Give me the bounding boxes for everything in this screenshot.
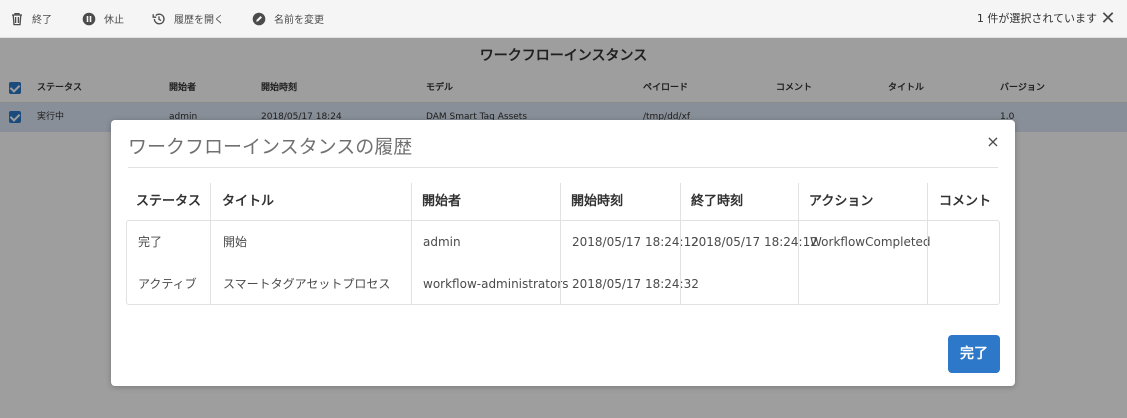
pause-icon — [82, 12, 96, 25]
suspend-label: 休止 — [104, 15, 124, 26]
table-row: 完了 開始 admin 2018/05/17 18:24:12 2018/05/… — [127, 221, 999, 263]
history-cell-title: スマートタグアセットプロセス — [223, 277, 391, 291]
history-cell-initiator: admin — [423, 235, 461, 249]
column-divider — [927, 183, 928, 305]
dialog-title: ワークフローインスタンスの履歴 — [128, 136, 413, 158]
selection-count: 1 件が選択されています — [976, 12, 1097, 25]
history-header-initiator: 開始者 — [422, 194, 462, 209]
end-label: 終了 — [32, 15, 52, 26]
history-cell-status: 完了 — [138, 235, 163, 249]
table-row: アクティブ スマートタグアセットプロセス workflow-administra… — [127, 263, 999, 305]
dialog-close-icon[interactable]: × — [985, 134, 1001, 150]
history-cell-title: 開始 — [223, 235, 248, 249]
suspend-button[interactable]: 休止 — [82, 0, 124, 38]
rename-label: 名前を変更 — [274, 15, 324, 26]
action-bar: 終了 休止 履歴を開く 名前を変更 1 件が選択されています ✕ — [0, 0, 1127, 38]
column-divider — [210, 183, 211, 305]
dialog-divider — [128, 167, 998, 168]
edit-icon — [252, 12, 266, 25]
open-history-button[interactable]: 履歴を開く — [152, 0, 224, 38]
done-button[interactable]: 完了 — [948, 335, 1000, 373]
trash-icon — [12, 12, 22, 25]
rename-button[interactable]: 名前を変更 — [252, 0, 324, 38]
history-icon — [152, 13, 165, 24]
history-cell-action: WorkflowCompleted — [810, 235, 931, 249]
column-divider — [560, 183, 561, 305]
end-button[interactable]: 終了 — [10, 0, 52, 38]
history-dialog: ワークフローインスタンスの履歴 × ステータス タイトル 開始者 開始時刻 終了… — [111, 120, 1015, 386]
history-label: 履歴を開く — [174, 15, 224, 26]
column-divider — [798, 183, 799, 305]
history-cell-initiator: workflow-administrators — [423, 277, 569, 291]
history-header-start-time: 開始時刻 — [571, 194, 624, 209]
close-selection-icon[interactable]: ✕ — [1099, 9, 1117, 29]
history-header-action: アクション — [809, 194, 874, 209]
history-table: ステータス タイトル 開始者 開始時刻 終了時刻 アクション コメント 完了 開… — [126, 183, 1000, 305]
column-divider — [411, 183, 412, 305]
history-header-end-time: 終了時刻 — [691, 194, 744, 209]
history-header-title: タイトル — [222, 194, 275, 209]
history-header-row: ステータス タイトル 開始者 開始時刻 終了時刻 アクション コメント — [126, 183, 1000, 220]
column-divider — [680, 183, 681, 305]
history-cell-status: アクティブ — [138, 277, 197, 291]
history-body: 完了 開始 admin 2018/05/17 18:24:12 2018/05/… — [126, 220, 1000, 305]
history-header-comment: コメント — [939, 194, 992, 209]
history-header-status: ステータス — [136, 194, 202, 209]
